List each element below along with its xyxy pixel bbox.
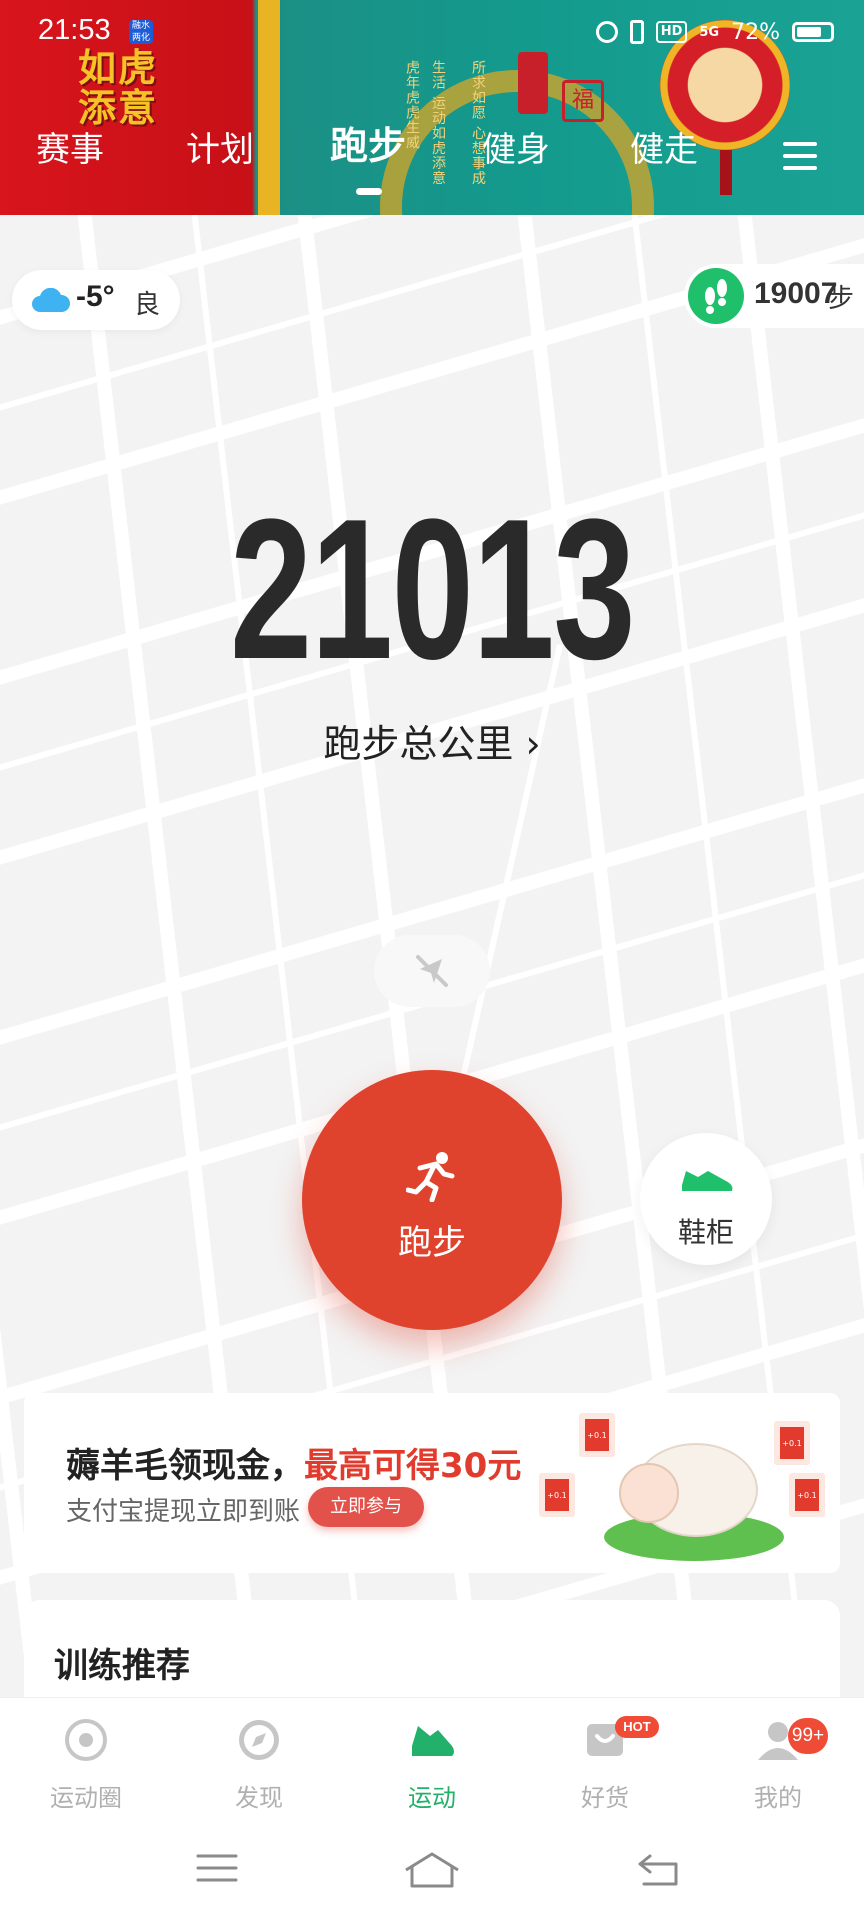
status-icons: HD 5G 72%: [595, 16, 834, 48]
hd-icon: HD: [655, 21, 688, 43]
footprints-icon: [688, 268, 744, 324]
circle-icon: [65, 1719, 107, 1761]
vibrate-icon: [629, 20, 644, 44]
status-bar: 21:53 融水 两化 HD 5G 72%: [0, 0, 864, 64]
red-packet-icon: +0.1: [539, 1473, 575, 1517]
promo-title-text: 薅羊毛领现金，: [66, 1446, 304, 1486]
tab-plan[interactable]: 计划: [186, 130, 254, 170]
start-run-button[interactable]: 跑步: [302, 1070, 562, 1330]
nav-label: 运动: [408, 1784, 456, 1812]
promo-title: 薅羊毛领现金，最高可得30元: [66, 1438, 521, 1487]
signal-icon: 5G: [699, 24, 720, 40]
battery-percent: 72%: [731, 19, 780, 45]
nav-item-community[interactable]: 运动圈: [16, 1698, 156, 1821]
banner-fu-seal: 福: [562, 80, 604, 122]
tab-running[interactable]: 跑步: [330, 126, 406, 166]
training-title: 训练推荐: [54, 1646, 190, 1686]
tab-fitness[interactable]: 健身: [482, 130, 550, 170]
compass-icon: [239, 1720, 279, 1760]
recent-apps-icon[interactable]: [195, 1850, 239, 1886]
bottom-navigation: 运动圈 发现 运动 HOT 好货 99+ 我的: [0, 1697, 864, 1821]
shoe-icon: [412, 1726, 454, 1756]
alarm-icon: [595, 21, 618, 43]
red-packet-icon: +0.1: [579, 1413, 615, 1457]
weather-widget[interactable]: -5° 良: [12, 270, 180, 330]
nav-item-shop[interactable]: HOT 好货: [535, 1698, 675, 1821]
tab-indicator: [356, 188, 382, 195]
total-distance-link[interactable]: 跑步总公里 ›: [0, 713, 864, 768]
status-time: 21:53: [38, 14, 111, 46]
daily-steps-widget[interactable]: 19007 步: [684, 264, 864, 328]
total-distance-value: 21013: [229, 478, 636, 701]
notification-app-icon: 融水 两化: [129, 20, 153, 44]
nav-label: 好货: [581, 1784, 629, 1812]
tab-walking[interactable]: 健走: [630, 130, 698, 170]
shoe-cabinet-button[interactable]: 鞋柜: [640, 1133, 772, 1265]
sheep-illustration: +0.1 +0.1 +0.1 +0.1: [539, 1403, 829, 1568]
nav-item-discover[interactable]: 发现: [189, 1698, 329, 1821]
gps-off-icon: [416, 955, 448, 987]
gps-signal-button[interactable]: [374, 935, 490, 1007]
red-packet-icon: +0.1: [789, 1473, 825, 1517]
nav-item-profile[interactable]: 99+ 我的: [708, 1698, 848, 1821]
back-icon[interactable]: [636, 1850, 682, 1888]
runner-icon: [406, 1152, 455, 1202]
system-navigation-bar: [0, 1820, 864, 1920]
nav-label: 发现: [235, 1784, 283, 1812]
nav-item-sport[interactable]: 运动: [362, 1698, 502, 1821]
start-run-label: 跑步: [398, 1223, 466, 1263]
promo-highlight: 最高可得30元: [304, 1446, 522, 1486]
notification-count-badge: 99+: [788, 1718, 828, 1754]
home-icon[interactable]: [402, 1850, 462, 1890]
menu-icon[interactable]: [783, 142, 817, 172]
red-packet-icon: +0.1: [774, 1421, 810, 1465]
promo-banner[interactable]: 薅羊毛领现金，最高可得30元 支付宝提现立即到账 立即参与 +0.1 +0.1 …: [24, 1393, 840, 1573]
weather-temperature: -5°: [76, 280, 115, 313]
join-now-button[interactable]: 立即参与: [308, 1487, 424, 1527]
top-tabs: 赛事 计划 跑步 健身 健走: [0, 126, 864, 190]
air-quality: 良: [134, 290, 161, 320]
tab-events[interactable]: 赛事: [36, 130, 104, 170]
chevron-right-icon: ›: [525, 722, 541, 766]
sheep-face: [619, 1463, 679, 1523]
shoe-icon: [682, 1171, 733, 1191]
total-distance-label: 跑步总公里: [323, 722, 514, 766]
hot-badge: HOT: [615, 1716, 659, 1738]
nav-label: 我的: [754, 1784, 802, 1812]
steps-count: 19007: [754, 277, 838, 310]
steps-unit: 步: [828, 284, 855, 314]
shoe-cabinet-label: 鞋柜: [677, 1216, 734, 1249]
cloud-icon: [32, 288, 70, 312]
battery-icon: [792, 22, 834, 42]
promo-subtitle: 支付宝提现立即到账: [66, 1497, 301, 1527]
nav-label: 运动圈: [50, 1784, 122, 1812]
